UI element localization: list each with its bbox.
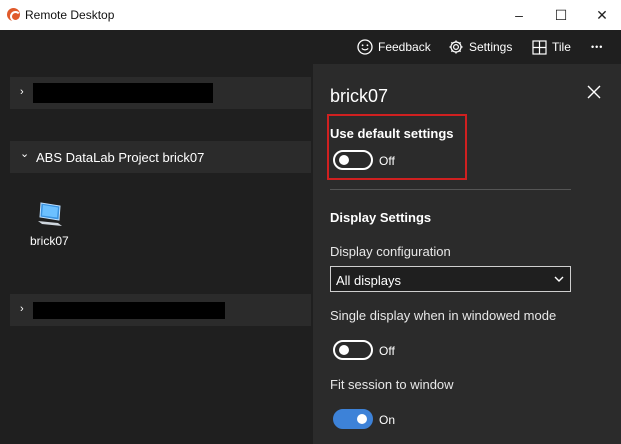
single-display-toggle[interactable] — [333, 340, 373, 360]
close-icon: ✕ — [596, 6, 608, 23]
redacted-group-name — [33, 302, 225, 319]
display-configuration-select[interactable]: All displays — [330, 266, 571, 292]
connections-pane: › ⌄ ABS DataLab Project brick07 brick07 … — [0, 64, 313, 444]
title-bar: Remote Desktop – ☐ ✕ — [0, 0, 621, 30]
remote-desktop-window: Remote Desktop – ☐ ✕ Feedback Settings T… — [0, 0, 621, 444]
chevron-right-icon: › — [20, 303, 24, 315]
use-default-settings-toggle[interactable] — [333, 150, 373, 170]
window-title: Remote Desktop — [25, 8, 115, 22]
chevron-down-icon — [554, 276, 564, 282]
close-panel-icon[interactable] — [586, 84, 602, 100]
gear-icon — [449, 40, 463, 54]
toggle-knob — [357, 414, 367, 424]
fit-session-label: Fit session to window — [330, 377, 454, 392]
pc-settings-panel: brick07 Use default settings Off Display… — [313, 64, 621, 444]
feedback-label: Feedback — [378, 40, 431, 54]
group-row-redacted-2[interactable]: › — [10, 294, 311, 326]
chevron-down-icon: ⌄ — [20, 148, 30, 160]
minimize-button[interactable]: – — [498, 0, 540, 30]
tile-grid-icon — [532, 39, 547, 55]
feedback-button[interactable]: Feedback — [357, 37, 431, 57]
more-icon: ••• — [591, 42, 604, 52]
fit-session-state: On — [379, 413, 396, 427]
maximize-button[interactable]: ☐ — [540, 0, 582, 30]
chevron-right-icon: › — [20, 86, 24, 98]
minimize-icon: – — [515, 7, 523, 23]
tile-button[interactable]: Tile — [532, 37, 571, 57]
redacted-group-name — [33, 83, 213, 103]
desktop-pc-icon — [38, 202, 62, 226]
single-display-state: Off — [379, 344, 395, 358]
remote-desktop-app-icon — [7, 8, 21, 22]
divider — [330, 189, 571, 190]
pc-tile-brick07[interactable]: brick07 — [22, 194, 78, 254]
toggle-knob — [339, 345, 349, 355]
fit-session-toggle[interactable] — [333, 409, 373, 429]
use-default-settings-state: Off — [379, 154, 395, 168]
display-configuration-label: Display configuration — [330, 244, 451, 259]
group-row-abs-datalab[interactable]: ⌄ ABS DataLab Project brick07 — [10, 141, 311, 173]
close-window-button[interactable]: ✕ — [581, 0, 621, 30]
highlight-box — [327, 114, 467, 180]
tile-label: Tile — [552, 40, 571, 54]
group-row-redacted-1[interactable]: › — [10, 77, 311, 109]
group-label: ABS DataLab Project brick07 — [36, 150, 205, 165]
display-settings-heading: Display Settings — [330, 210, 432, 225]
pc-name: brick07 — [30, 234, 69, 248]
use-default-settings-label: Use default settings — [330, 126, 454, 141]
smiley-icon — [357, 39, 373, 55]
panel-title: brick07 — [330, 86, 389, 106]
settings-button[interactable]: Settings — [448, 37, 512, 57]
toggle-knob — [339, 155, 349, 165]
settings-label: Settings — [469, 40, 513, 54]
command-bar: Feedback Settings Tile ••• — [0, 30, 621, 64]
maximize-icon: ☐ — [554, 6, 568, 23]
more-options-button[interactable]: ••• — [591, 37, 603, 57]
single-display-label: Single display when in windowed mode — [330, 308, 557, 323]
display-configuration-value: All displays — [336, 273, 402, 288]
